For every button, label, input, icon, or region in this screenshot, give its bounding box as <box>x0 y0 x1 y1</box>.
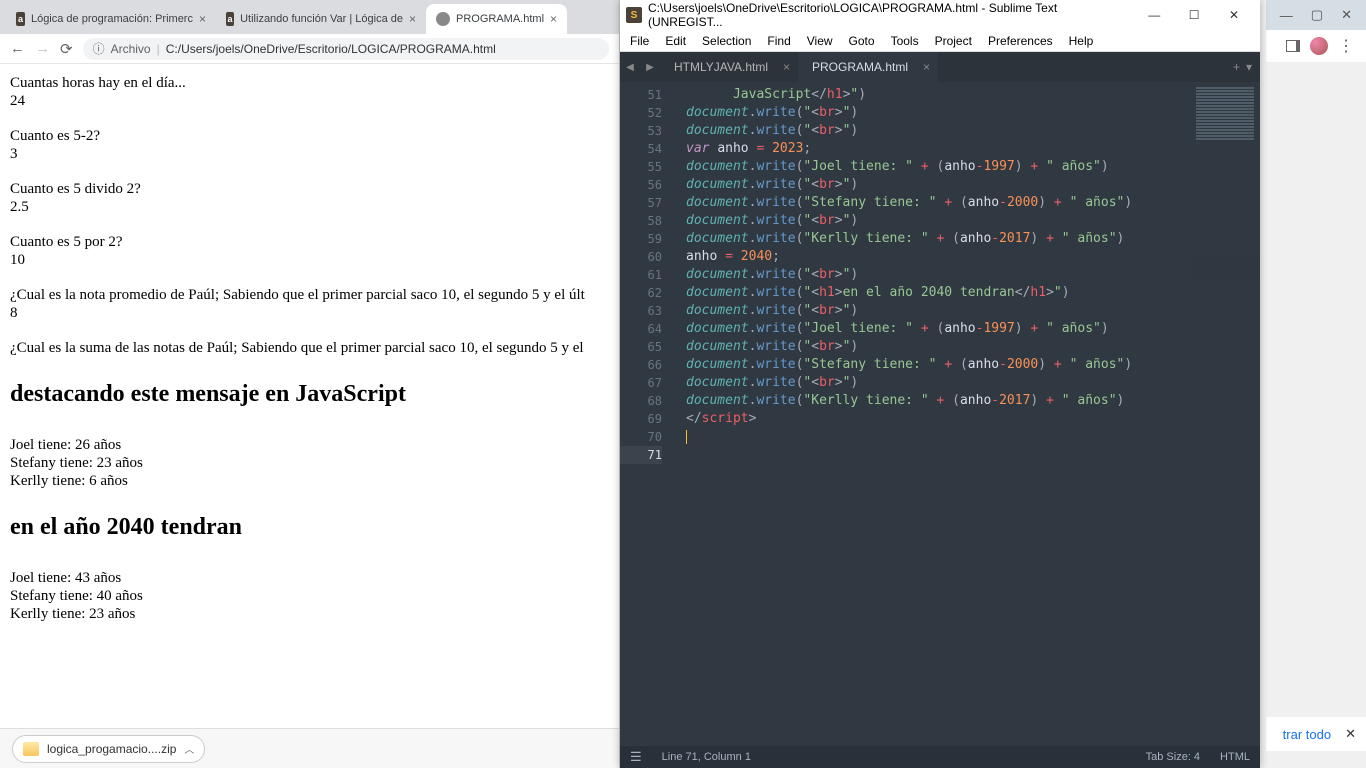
panel-icon[interactable] <box>1286 40 1300 52</box>
page-text: ¿Cual es la nota promedio de Paúl; Sabie… <box>10 286 609 304</box>
page-text: Stefany tiene: 23 años <box>10 454 609 472</box>
profile-avatar[interactable] <box>1310 37 1328 55</box>
address-bar[interactable]: ⓘ Archivo | C:/Users/joels/OneDrive/Escr… <box>83 38 609 60</box>
download-item[interactable]: logica_progamacio....zip ︿ <box>12 735 205 763</box>
tab-prev-icon[interactable]: ◀ <box>620 52 640 82</box>
page-text: Cuantas horas hay en el día... <box>10 74 609 92</box>
tab-close-icon[interactable]: × <box>923 60 930 74</box>
url-text: C:/Users/joels/OneDrive/Escritorio/LOGIC… <box>166 42 496 56</box>
page-text: Stefany tiene: 40 años <box>10 587 609 605</box>
zip-file-icon <box>23 742 39 756</box>
page-text: Cuanto es 5 divido 2? <box>10 180 609 198</box>
status-language[interactable]: HTML <box>1220 751 1250 763</box>
menubar: File Edit Selection Find View Goto Tools… <box>620 30 1260 52</box>
page-text: Joel tiene: 43 años <box>10 569 609 587</box>
browser-tabstrip: a Lógica de programación: Primerc × a Utili… <box>0 0 619 34</box>
bg-close-icon[interactable]: ✕ <box>1341 7 1352 23</box>
line-gutter: 5152535455565758596061626364656667686970… <box>620 82 670 746</box>
chevron-up-icon[interactable]: ︿ <box>184 741 194 756</box>
page-text: Cuanto es 5 por 2? <box>10 233 609 251</box>
tab-label: Utilizando función Var | Lógica de <box>240 13 403 25</box>
sidebar-toggle-icon[interactable]: ☰ <box>630 749 642 765</box>
tab-close-icon[interactable]: × <box>550 12 557 26</box>
favicon-icon: a <box>16 12 25 26</box>
close-button[interactable]: ✕ <box>1214 8 1254 22</box>
bg-maximize-icon[interactable]: ▢ <box>1311 7 1323 23</box>
forward-icon[interactable]: → <box>35 40 50 57</box>
tab-close-icon[interactable]: × <box>199 12 206 26</box>
favicon-icon: a <box>226 12 234 26</box>
tab-label: Lógica de programación: Primerc <box>31 13 193 25</box>
download-shelf: logica_progamacio....zip ︿ <box>0 728 619 768</box>
sublime-app-icon: S <box>626 7 642 23</box>
window-title: C:\Users\joels\OneDrive\Escritorio\LOGIC… <box>648 1 1134 29</box>
page-text: 2.5 <box>10 198 609 216</box>
background-window-controls: — ▢ ✕ <box>1266 0 1366 30</box>
page-text: 10 <box>10 251 609 269</box>
menu-file[interactable]: File <box>630 34 649 48</box>
editor-tab-active[interactable]: PROGRAMA.html × <box>798 52 938 82</box>
menu-dots-icon[interactable]: ⋮ <box>1338 36 1354 56</box>
tabmenu-icon[interactable]: ▾ <box>1246 60 1252 74</box>
code-area[interactable]: JavaScript</h1>")document.write("<br>")d… <box>670 82 1260 746</box>
reload-icon[interactable]: ⟳ <box>60 40 73 58</box>
page-text: 24 <box>10 92 609 110</box>
menu-project[interactable]: Project <box>935 34 972 48</box>
info-icon[interactable]: ⓘ <box>93 40 105 57</box>
bg-close-bar-icon[interactable]: ✕ <box>1345 726 1356 742</box>
browser-tab[interactable]: a Utilizando función Var | Lógica de × <box>216 4 426 34</box>
browser-tab-active[interactable]: PROGRAMA.html × <box>426 4 567 34</box>
tab-next-icon[interactable]: ▶ <box>640 52 660 82</box>
favicon-globe-icon <box>436 12 450 26</box>
page-text: Kerlly tiene: 23 años <box>10 605 609 623</box>
menu-tools[interactable]: Tools <box>891 34 919 48</box>
page-text: Joel tiene: 26 años <box>10 436 609 454</box>
maximize-button[interactable]: ☐ <box>1174 8 1214 22</box>
bg-minimize-icon[interactable]: — <box>1280 8 1293 23</box>
page-text: 8 <box>10 304 609 322</box>
menu-help[interactable]: Help <box>1069 34 1094 48</box>
tab-close-icon[interactable]: × <box>783 60 790 74</box>
browser-tab[interactable]: a Lógica de programación: Primerc × <box>6 4 216 34</box>
back-icon[interactable]: ← <box>10 40 25 57</box>
chrome-browser-window: a Lógica de programación: Primerc × a Utili… <box>0 0 620 768</box>
page-text: 3 <box>10 145 609 163</box>
browser-toolbar: ← → ⟳ ⓘ Archivo | C:/Users/joels/OneDriv… <box>0 34 619 64</box>
status-bar: ☰ Line 71, Column 1 Tab Size: 4 HTML <box>620 746 1260 768</box>
status-position[interactable]: Line 71, Column 1 <box>662 751 751 763</box>
menu-view[interactable]: View <box>807 34 833 48</box>
page-heading: en el año 2040 tendran <box>10 514 609 541</box>
background-toolbar: ⋮ <box>1266 30 1366 62</box>
tab-label: PROGRAMA.html <box>456 13 544 25</box>
tab-close-icon[interactable]: × <box>409 12 416 26</box>
minimize-button[interactable]: — <box>1134 8 1174 22</box>
page-text: Cuanto es 5-2? <box>10 127 609 145</box>
menu-selection[interactable]: Selection <box>702 34 751 48</box>
editor-body: 5152535455565758596061626364656667686970… <box>620 82 1260 746</box>
menu-edit[interactable]: Edit <box>665 34 686 48</box>
editor-tabstrip: ◀ ▶ HTMLYJAVA.html × PROGRAMA.html × + ▾ <box>620 52 1260 82</box>
sublime-window: S C:\Users\joels\OneDrive\Escritorio\LOG… <box>620 0 1260 768</box>
menu-find[interactable]: Find <box>767 34 790 48</box>
newtab-icon[interactable]: + <box>1233 60 1240 74</box>
background-download-bar: trar todo ✕ <box>1266 717 1366 751</box>
sublime-titlebar[interactable]: S C:\Users\joels\OneDrive\Escritorio\LOG… <box>620 0 1260 30</box>
url-prefix: Archivo <box>111 42 151 56</box>
editor-tab-label: PROGRAMA.html <box>812 60 908 74</box>
page-content: Cuantas horas hay en el día... 24 Cuanto… <box>0 64 619 728</box>
download-filename: logica_progamacio....zip <box>47 742 176 756</box>
editor-tab-label: HTMLYJAVA.html <box>674 60 768 74</box>
menu-goto[interactable]: Goto <box>849 34 875 48</box>
page-text: Kerlly tiene: 6 años <box>10 472 609 490</box>
minimap[interactable] <box>1190 82 1260 282</box>
page-heading: destacando este mensaje en JavaScript <box>10 381 609 408</box>
menu-preferences[interactable]: Preferences <box>988 34 1053 48</box>
bg-showall-link[interactable]: trar todo <box>1283 727 1331 742</box>
page-text: ¿Cual es la suma de las notas de Paúl; S… <box>10 339 609 357</box>
status-tabsize[interactable]: Tab Size: 4 <box>1146 751 1200 763</box>
editor-tab[interactable]: HTMLYJAVA.html × <box>660 52 798 82</box>
